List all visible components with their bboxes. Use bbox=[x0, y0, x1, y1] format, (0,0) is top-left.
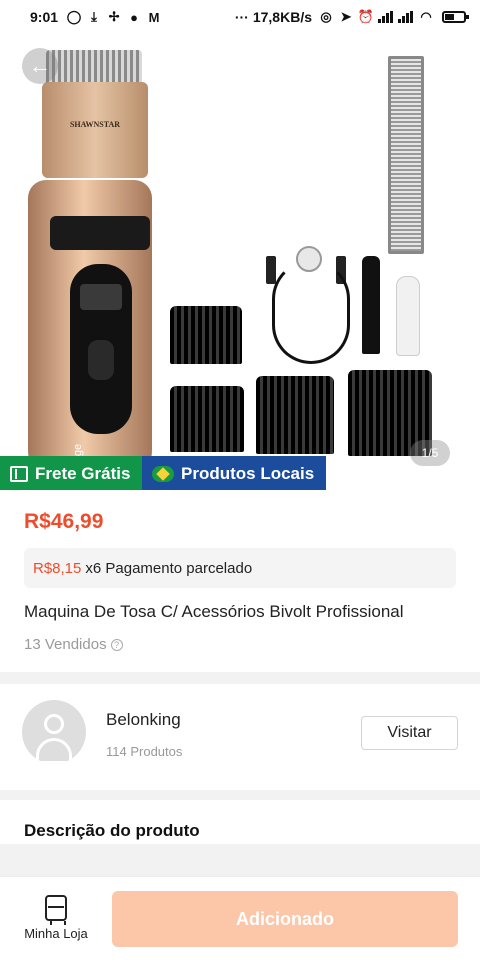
sold-count: 13 Vendidos ? bbox=[24, 636, 123, 653]
location-icon: ➤ bbox=[340, 9, 352, 24]
description-heading: Descrição do produto bbox=[24, 821, 200, 840]
network-speed: 17,8KB/s bbox=[252, 9, 312, 25]
product-image-gallery[interactable]: SHAWNSTAR Charge ← 1/5 bbox=[0, 34, 480, 490]
product-image-usb-plug bbox=[266, 256, 276, 284]
signal-2-icon bbox=[398, 11, 413, 23]
wifi-icon: ◠ bbox=[420, 9, 432, 24]
bottom-action-bar: Minha Loja Adicionado bbox=[0, 876, 480, 960]
product-image-clipper: SHAWNSTAR Charge bbox=[28, 50, 152, 490]
store-icon bbox=[45, 895, 67, 925]
local-products-label: Produtos Locais bbox=[181, 464, 315, 483]
signal-1-icon bbox=[378, 11, 393, 23]
product-image-guard bbox=[170, 306, 242, 364]
battery-icon bbox=[442, 11, 469, 23]
help-icon[interactable]: ? bbox=[110, 638, 123, 651]
installment-amount: R$8,15 bbox=[33, 559, 82, 577]
product-tags: Frete Grátis Produtos Locais bbox=[0, 456, 326, 492]
local-products-badge: Produtos Locais bbox=[142, 456, 326, 492]
alarm-icon: ⏰ bbox=[357, 9, 375, 24]
product-title: Maquina De Tosa C/ Acessórios Bivolt Pro… bbox=[24, 602, 404, 621]
product-description-section: Descrição do produto bbox=[0, 800, 480, 844]
free-shipping-icon bbox=[10, 466, 28, 482]
hotspot-icon: ◎ bbox=[320, 9, 332, 24]
visit-shop-button[interactable]: Visitar bbox=[361, 716, 458, 750]
product-image-comb bbox=[388, 56, 424, 254]
image-page-indicator: 1/5 bbox=[410, 440, 450, 466]
shop-card[interactable]: Belonking 114 Produtos Visitar bbox=[0, 684, 480, 790]
back-arrow-icon[interactable]: ← bbox=[22, 48, 58, 84]
more-notifications-icon: ··· bbox=[234, 9, 249, 25]
free-shipping-badge: Frete Grátis bbox=[0, 456, 142, 492]
installment-info[interactable]: R$8,15 x6 Pagamento parcelado bbox=[24, 548, 456, 588]
whatsapp-icon: ◯ bbox=[66, 9, 82, 24]
free-shipping-label: Frete Grátis bbox=[35, 464, 131, 483]
product-price: R$46,99 bbox=[24, 510, 104, 533]
my-store-label: Minha Loja bbox=[24, 926, 88, 941]
shop-avatar[interactable] bbox=[22, 700, 86, 764]
status-time: 9:01 bbox=[30, 9, 59, 25]
brazil-flag-icon bbox=[152, 466, 174, 482]
product-image-brush bbox=[362, 256, 380, 354]
shop-product-count: 114 Produtos bbox=[106, 744, 183, 759]
product-image-cable bbox=[272, 260, 350, 364]
download-icon: ⤓ bbox=[91, 9, 97, 24]
clipper-brand: SHAWNSTAR bbox=[69, 120, 121, 129]
fan-icon: ✢ bbox=[108, 9, 120, 24]
installment-text: x6 Pagamento parcelado bbox=[85, 559, 253, 577]
shop-name[interactable]: Belonking bbox=[106, 710, 181, 730]
my-store-tab[interactable]: Minha Loja bbox=[18, 895, 94, 941]
app-icon: ● bbox=[130, 9, 138, 25]
sold-count-text: 13 Vendidos bbox=[24, 636, 107, 653]
product-info: R$46,99 R$8,15 x6 Pagamento parcelado Ma… bbox=[0, 490, 480, 672]
product-image-guard bbox=[170, 386, 244, 452]
product-image-guard bbox=[256, 376, 334, 454]
add-to-store-button[interactable]: Adicionado bbox=[112, 891, 458, 947]
product-image-oil-bottle bbox=[396, 276, 420, 356]
status-bar: 9:01 ◯ ⤓ ✢ ● M ··· 17,8KB/s ◎ ➤ ⏰ ◠ bbox=[0, 0, 480, 34]
gmail-icon: M bbox=[148, 9, 160, 25]
